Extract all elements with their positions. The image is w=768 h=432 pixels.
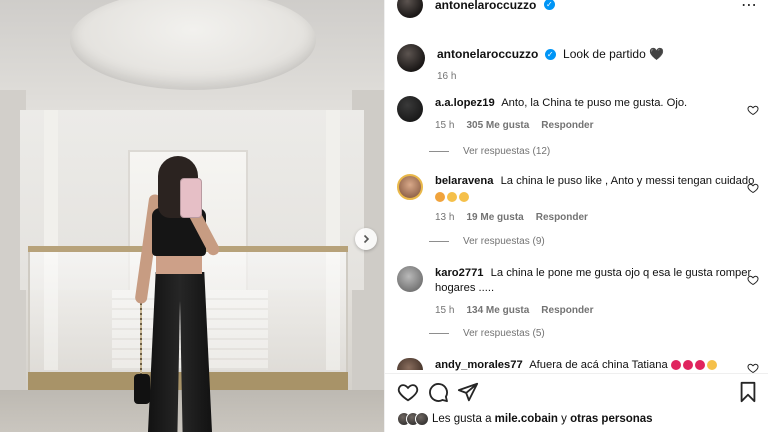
bookmark-icon[interactable] [737, 381, 759, 403]
comment-author[interactable]: a.a.lopez19 [435, 97, 495, 109]
heart-icon[interactable] [747, 104, 759, 116]
caption-text: Look de partido [563, 47, 646, 61]
post-photo[interactable] [0, 0, 384, 432]
comment-author[interactable]: andy_morales77 [435, 359, 523, 371]
heart-icon[interactable] [747, 182, 759, 194]
comment-avatar[interactable] [397, 358, 423, 370]
verified-icon: ✓ [543, 0, 555, 11]
comment-avatar[interactable] [397, 96, 423, 122]
comment-emojis [670, 359, 719, 371]
photo-phone [180, 178, 202, 218]
comment-time[interactable]: 15 h [435, 303, 454, 318]
share-icon[interactable] [457, 381, 479, 403]
comment-likes[interactable]: 305 Me gusta [466, 118, 529, 133]
comment-item: karo2771 La china le pone me gusta ojo q… [397, 266, 759, 318]
comment-avatar[interactable] [397, 174, 423, 200]
comment-likes[interactable]: 134 Me gusta [466, 303, 529, 318]
liker-username[interactable]: mile.cobain [495, 413, 558, 425]
author-username[interactable]: antonelaroccuzzo [435, 0, 536, 12]
comment-item: andy_morales77 Afuera de acá china Tatia… [397, 358, 759, 374]
post-detail-panel: antonelaroccuzzo ✓ ⋯ antonelaroccuzzo ✓ … [384, 0, 768, 432]
comment-author[interactable]: belaravena [435, 175, 493, 187]
reply-button[interactable]: Responder [536, 210, 588, 225]
reply-button[interactable]: Responder [541, 118, 593, 133]
author-avatar[interactable] [397, 0, 423, 18]
caption-username[interactable]: antonelaroccuzzo [437, 47, 538, 61]
black-heart-emoji: 🖤 [649, 47, 665, 61]
comment-time[interactable]: 15 h [435, 118, 454, 133]
heart-icon[interactable] [747, 274, 759, 286]
heart-icon[interactable] [397, 381, 419, 403]
photo-person [128, 150, 228, 432]
comment-text: La china le puso like , Anto y messi ten… [500, 175, 755, 187]
comment-text: Afuera de acá china Tatiana [529, 359, 668, 371]
comment-likes[interactable]: 19 Me gusta [466, 210, 523, 225]
post-caption: antonelaroccuzzo ✓ Look de partido 🖤 16 … [397, 44, 664, 82]
comment-author[interactable]: karo2771 [435, 267, 484, 279]
post-header: antonelaroccuzzo ✓ ⋯ [385, 0, 768, 18]
comment-time[interactable]: 13 h [435, 210, 454, 225]
comment-item: a.a.lopez19 Anto, la China te puso me gu… [397, 96, 759, 133]
view-replies-button[interactable]: Ver respuestas (12) [429, 146, 550, 157]
comment-emojis [435, 190, 759, 205]
comment-text: Anto, la China te puso me gusta. Ojo. [501, 97, 688, 109]
verified-icon: ✓ [544, 49, 556, 61]
liker-avatars [397, 412, 429, 426]
comment-icon[interactable] [427, 381, 449, 403]
view-replies-button[interactable]: Ver respuestas (9) [429, 236, 545, 247]
post-time[interactable]: 16 h [437, 71, 664, 82]
close-icon[interactable]: ⋯ [741, 0, 757, 14]
next-photo-button[interactable] [355, 228, 377, 250]
photo-handbag [134, 374, 150, 404]
view-replies-button[interactable]: Ver respuestas (5) [429, 328, 545, 339]
actions-divider [385, 373, 768, 374]
other-likers-link[interactable]: otras personas [570, 413, 652, 425]
comment-item: belaravena La china le puso like , Anto … [397, 174, 759, 225]
comment-avatar[interactable] [397, 266, 423, 292]
caption-avatar[interactable] [397, 44, 425, 72]
instagram-post-view: antonelaroccuzzo ✓ ⋯ antonelaroccuzzo ✓ … [0, 0, 768, 432]
chevron-right-icon [363, 234, 370, 244]
reply-button[interactable]: Responder [541, 303, 593, 318]
likes-summary[interactable]: Les gusta a mile.cobain y otras personas [397, 412, 653, 426]
action-bar [397, 381, 759, 405]
